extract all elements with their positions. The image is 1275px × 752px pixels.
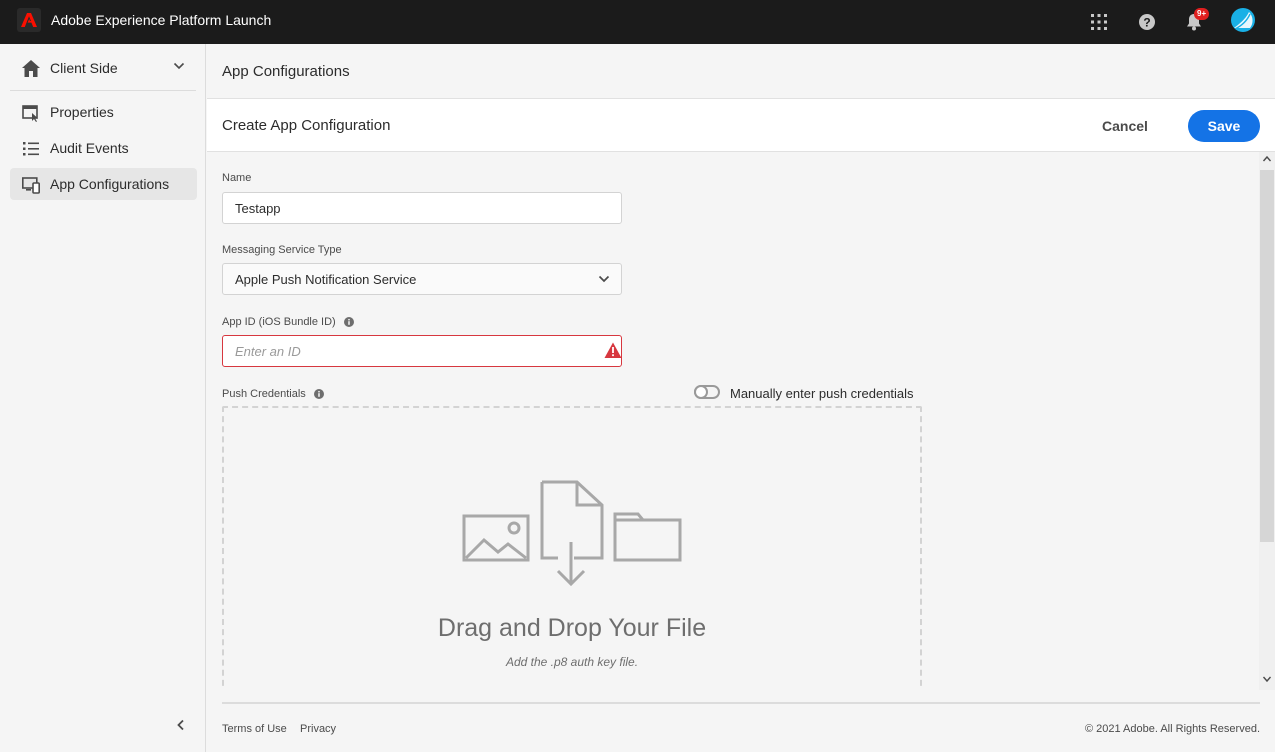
push-credentials-label-text: Push Credentials xyxy=(222,388,306,400)
apps-grid-icon[interactable] xyxy=(1087,10,1111,34)
panel-title: Create App Configuration xyxy=(222,117,391,134)
sidebar-item-label: Audit Events xyxy=(50,140,129,156)
footer-divider xyxy=(222,702,1260,704)
sidebar-header-client-side[interactable]: Client Side xyxy=(10,56,196,82)
scroll-down-arrow-icon[interactable] xyxy=(1262,674,1272,684)
top-bar: Adobe Experience Platform Launch ? 9+ xyxy=(0,0,1275,44)
sidebar-divider xyxy=(10,90,196,91)
sidebar-item-app-configurations[interactable]: App Configurations xyxy=(10,168,197,200)
svg-text:?: ? xyxy=(1143,16,1150,30)
notification-badge: 9+ xyxy=(1194,8,1210,20)
app-configuration-form: Name Messaging Service Type Apple Push N… xyxy=(207,152,1259,690)
help-icon[interactable]: ? xyxy=(1135,10,1159,34)
list-icon xyxy=(23,142,39,156)
chevron-down-icon xyxy=(598,275,610,283)
chevron-down-icon xyxy=(173,62,185,70)
sidebar-item-label: App Configurations xyxy=(50,176,170,192)
save-button[interactable]: Save xyxy=(1188,110,1260,142)
drag-drop-illustration-icon xyxy=(462,480,682,587)
sidebar: Client Side Properties Audit Events App … xyxy=(0,44,206,752)
service-type-label: Messaging Service Type xyxy=(222,244,342,256)
alert-icon xyxy=(604,342,622,358)
privacy-link[interactable]: Privacy xyxy=(300,723,336,735)
scroll-up-arrow-icon[interactable] xyxy=(1262,154,1272,164)
sidebar-item-audit-events[interactable]: Audit Events xyxy=(10,132,197,164)
scroll-thumb[interactable] xyxy=(1260,170,1274,542)
info-icon[interactable] xyxy=(313,389,324,399)
properties-icon xyxy=(22,105,38,122)
app-id-field-wrapper xyxy=(222,335,622,367)
app-id-label: App ID (iOS Bundle ID) xyxy=(222,316,354,328)
manual-credentials-toggle[interactable] xyxy=(694,385,720,399)
app-title: Adobe Experience Platform Launch xyxy=(51,12,272,28)
dropzone-title: Drag and Drop Your File xyxy=(437,614,707,642)
page-title: App Configurations xyxy=(222,63,350,80)
service-type-value: Apple Push Notification Service xyxy=(235,272,417,287)
name-label: Name xyxy=(222,172,252,184)
info-icon[interactable] xyxy=(343,317,354,327)
app-id-label-text: App ID (iOS Bundle ID) xyxy=(222,316,336,328)
copyright: © 2021 Adobe. All Rights Reserved. xyxy=(1084,723,1260,735)
service-type-select[interactable]: Apple Push Notification Service xyxy=(222,263,622,295)
toggle-knob xyxy=(694,385,708,399)
dropzone-subtitle: Add the .p8 auth key file. xyxy=(505,655,639,669)
sidebar-item-properties[interactable]: Properties xyxy=(10,96,197,128)
avatar[interactable] xyxy=(1231,8,1255,32)
push-credentials-label: Push Credentials xyxy=(222,388,324,400)
adobe-logo-icon[interactable] xyxy=(17,8,41,32)
home-icon xyxy=(22,60,40,77)
app-id-field[interactable] xyxy=(222,335,622,367)
panel-header: Create App Configuration Cancel Save xyxy=(207,98,1275,152)
name-field[interactable] xyxy=(222,192,622,224)
manual-credentials-toggle-label: Manually enter push credentials xyxy=(730,386,914,401)
devices-icon xyxy=(22,177,40,194)
sidebar-header-label: Client Side xyxy=(50,60,118,76)
terms-of-use-link[interactable]: Terms of Use xyxy=(222,723,287,735)
file-dropzone[interactable]: Drag and Drop Your File Add the .p8 auth… xyxy=(222,406,922,690)
sidebar-item-label: Properties xyxy=(50,104,114,120)
main-content: App Configurations Create App Configurat… xyxy=(207,44,1275,752)
collapse-sidebar-icon[interactable] xyxy=(174,718,188,732)
cancel-button[interactable]: Cancel xyxy=(1087,110,1163,142)
form-scrollbar[interactable] xyxy=(1259,152,1275,690)
